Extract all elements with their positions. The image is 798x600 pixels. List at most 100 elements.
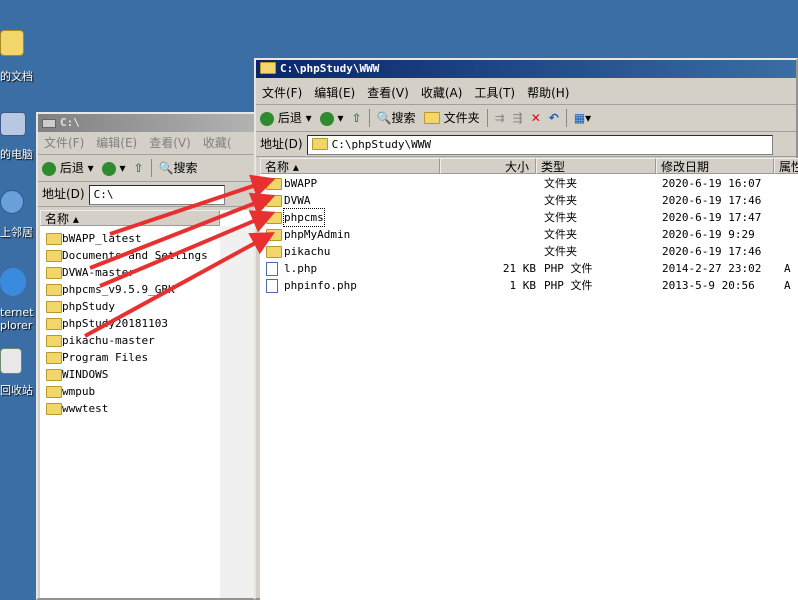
item-name: wmpub: [62, 385, 96, 398]
menu-view[interactable]: 查看(V): [361, 82, 415, 104]
table-row[interactable]: phpMyAdmin 文件夹 2020-6-19 9:29: [260, 226, 798, 243]
column-name-label: 名称: [45, 212, 70, 226]
item-name: phpStudy20181103: [62, 317, 168, 330]
list-item[interactable]: WINDOWS: [40, 366, 260, 383]
cell-modified: 2020-6-19 17:46: [662, 245, 762, 258]
column-header-type[interactable]: 类型: [536, 158, 656, 174]
list-item[interactable]: phpStudy: [40, 298, 260, 315]
window-title: C:\: [60, 116, 80, 129]
column-header-name[interactable]: 名称 ▴: [260, 158, 440, 174]
column-header-size[interactable]: 大小: [440, 158, 536, 174]
menu-view[interactable]: 查看(V): [143, 132, 197, 154]
menu-file[interactable]: 文件(F): [38, 132, 90, 154]
folders-button[interactable]: 文件夹: [420, 105, 484, 131]
forward-arrow-icon: [101, 161, 116, 176]
back-arrow-icon: [42, 161, 56, 176]
list-item[interactable]: Program Files: [40, 349, 260, 366]
table-row[interactable]: pikachu 文件夹 2020-6-19 17:46: [260, 243, 798, 260]
folder-icon: [266, 195, 282, 207]
search-button[interactable]: 🔍搜索: [155, 155, 202, 181]
list-item[interactable]: DVWA-master: [40, 264, 260, 281]
menu-favorites[interactable]: 收藏(: [197, 132, 238, 154]
back-button[interactable]: 后退 ▾: [38, 155, 98, 181]
desktop-icon-label: ternet: [0, 306, 34, 319]
address-input[interactable]: C:\: [88, 185, 225, 205]
toolbar-separator: [565, 109, 567, 127]
views-button[interactable]: ▦▾: [570, 105, 595, 131]
back-button[interactable]: 后退 ▾: [256, 105, 316, 131]
back-label: 后退: [59, 161, 84, 175]
cell-modified: 2020-6-19 16:07: [662, 177, 762, 190]
list-item[interactable]: phpStudy20181103: [40, 315, 260, 332]
forward-button[interactable]: ▾: [98, 155, 130, 181]
folder-icon: [46, 233, 62, 245]
address-value: C:\phpStudy\WWW: [331, 138, 431, 151]
delete-button[interactable]: ✕: [527, 105, 545, 131]
column-name-label: 名称: [265, 160, 290, 174]
address-label: 地址(D): [42, 187, 85, 201]
copy-to-button[interactable]: ⇶: [509, 105, 527, 131]
file-list[interactable]: 名称 ▴ bWAPP_latest Documents and Settings D…: [40, 210, 260, 598]
up-folder-button[interactable]: ⇧: [348, 105, 366, 131]
list-item[interactable]: phpcms_v9.5.9_GBK: [40, 281, 260, 298]
folders-icon: [423, 111, 440, 124]
cell-type: 文件夹: [544, 177, 577, 190]
item-name: Program Files: [62, 351, 149, 364]
forward-button[interactable]: ▾: [316, 105, 348, 131]
explorer-window-www[interactable]: C:\phpStudy\WWW 文件(F) 编辑(E) 查看(V) 收藏(A) 工具(T…: [254, 58, 798, 600]
toolbar-separator: [368, 109, 370, 127]
menu-edit[interactable]: 编辑(E): [308, 82, 361, 104]
cell-name: phpMyAdmin: [284, 228, 351, 241]
folder-icon: [260, 62, 276, 74]
table-row[interactable]: bWAPP 文件夹 2020-6-19 16:07: [260, 175, 798, 192]
search-button[interactable]: 🔍搜索: [373, 105, 420, 131]
menu-edit[interactable]: 编辑(E): [90, 132, 143, 154]
cell-size: 1 KB: [509, 279, 537, 292]
drive-icon: [42, 118, 56, 128]
my-documents-icon: [0, 30, 24, 56]
table-row[interactable]: phpinfo.php 1 KB PHP 文件 2013-5-9 20:56 A: [260, 277, 798, 294]
menu-favorites[interactable]: 收藏(A): [415, 82, 469, 104]
move-to-button[interactable]: ⇉: [491, 105, 509, 131]
cell-name: l.php: [284, 262, 318, 275]
folder-icon: [46, 335, 62, 347]
window-title-bar[interactable]: C:\: [38, 114, 264, 132]
table-row[interactable]: DVWA 文件夹 2020-6-19 17:46: [260, 192, 798, 209]
list-item[interactable]: wwwtest: [40, 400, 260, 417]
column-header-modified[interactable]: 修改日期: [656, 158, 774, 174]
menu-tools[interactable]: 工具(T): [468, 82, 521, 104]
explorer-window-c-drive[interactable]: C:\ 文件(F) 编辑(E) 查看(V) 收藏( 后退 ▾ ▾ ⇧ 🔍搜索 地址(D) C…: [36, 112, 266, 600]
table-row[interactable]: l.php 21 KB PHP 文件 2014-2-27 23:02 A: [260, 260, 798, 277]
folder-icon: [266, 212, 282, 224]
folder-icon: [46, 318, 62, 330]
back-label: 后退: [277, 111, 302, 125]
column-header-name[interactable]: 名称 ▴: [40, 210, 220, 226]
cell-attr: A: [784, 262, 791, 275]
list-item[interactable]: pikachu-master: [40, 332, 260, 349]
up-folder-button[interactable]: ⇧: [130, 155, 148, 181]
toolbar-separator: [486, 109, 488, 127]
desktop-icon-my-documents[interactable]: 的文档: [0, 30, 46, 83]
cell-attr: A: [784, 279, 791, 292]
address-input[interactable]: C:\phpStudy\WWW: [306, 135, 773, 155]
cell-type: 文件夹: [544, 194, 577, 207]
file-list[interactable]: 名称 ▴ 大小 类型 修改日期 属性 bWAPP 文件夹 2020-6-19 16:…: [260, 158, 798, 600]
item-name: WINDOWS: [62, 368, 109, 381]
back-arrow-icon: [260, 111, 274, 126]
cell-modified: 2020-6-19 17:46: [662, 194, 762, 207]
list-item[interactable]: bWAPP_latest: [40, 230, 260, 247]
list-item[interactable]: wmpub: [40, 383, 260, 400]
menu-file[interactable]: 文件(F): [256, 82, 308, 104]
folder-icon: [46, 369, 62, 381]
search-label: 搜索: [391, 111, 416, 125]
cell-name: pikachu: [284, 245, 331, 258]
folder-icon: [266, 178, 282, 190]
forward-arrow-icon: [319, 111, 334, 126]
column-header-attributes[interactable]: 属性: [774, 158, 798, 174]
item-name: phpcms_v9.5.9_GBK: [62, 283, 175, 296]
menu-help[interactable]: 帮助(H): [521, 82, 575, 104]
list-item[interactable]: Documents and Settings: [40, 247, 260, 264]
undo-button[interactable]: ↶: [545, 105, 563, 131]
table-row[interactable]: phpcms 文件夹 2020-6-19 17:47: [260, 208, 798, 227]
window-title-bar[interactable]: C:\phpStudy\WWW: [256, 60, 796, 78]
